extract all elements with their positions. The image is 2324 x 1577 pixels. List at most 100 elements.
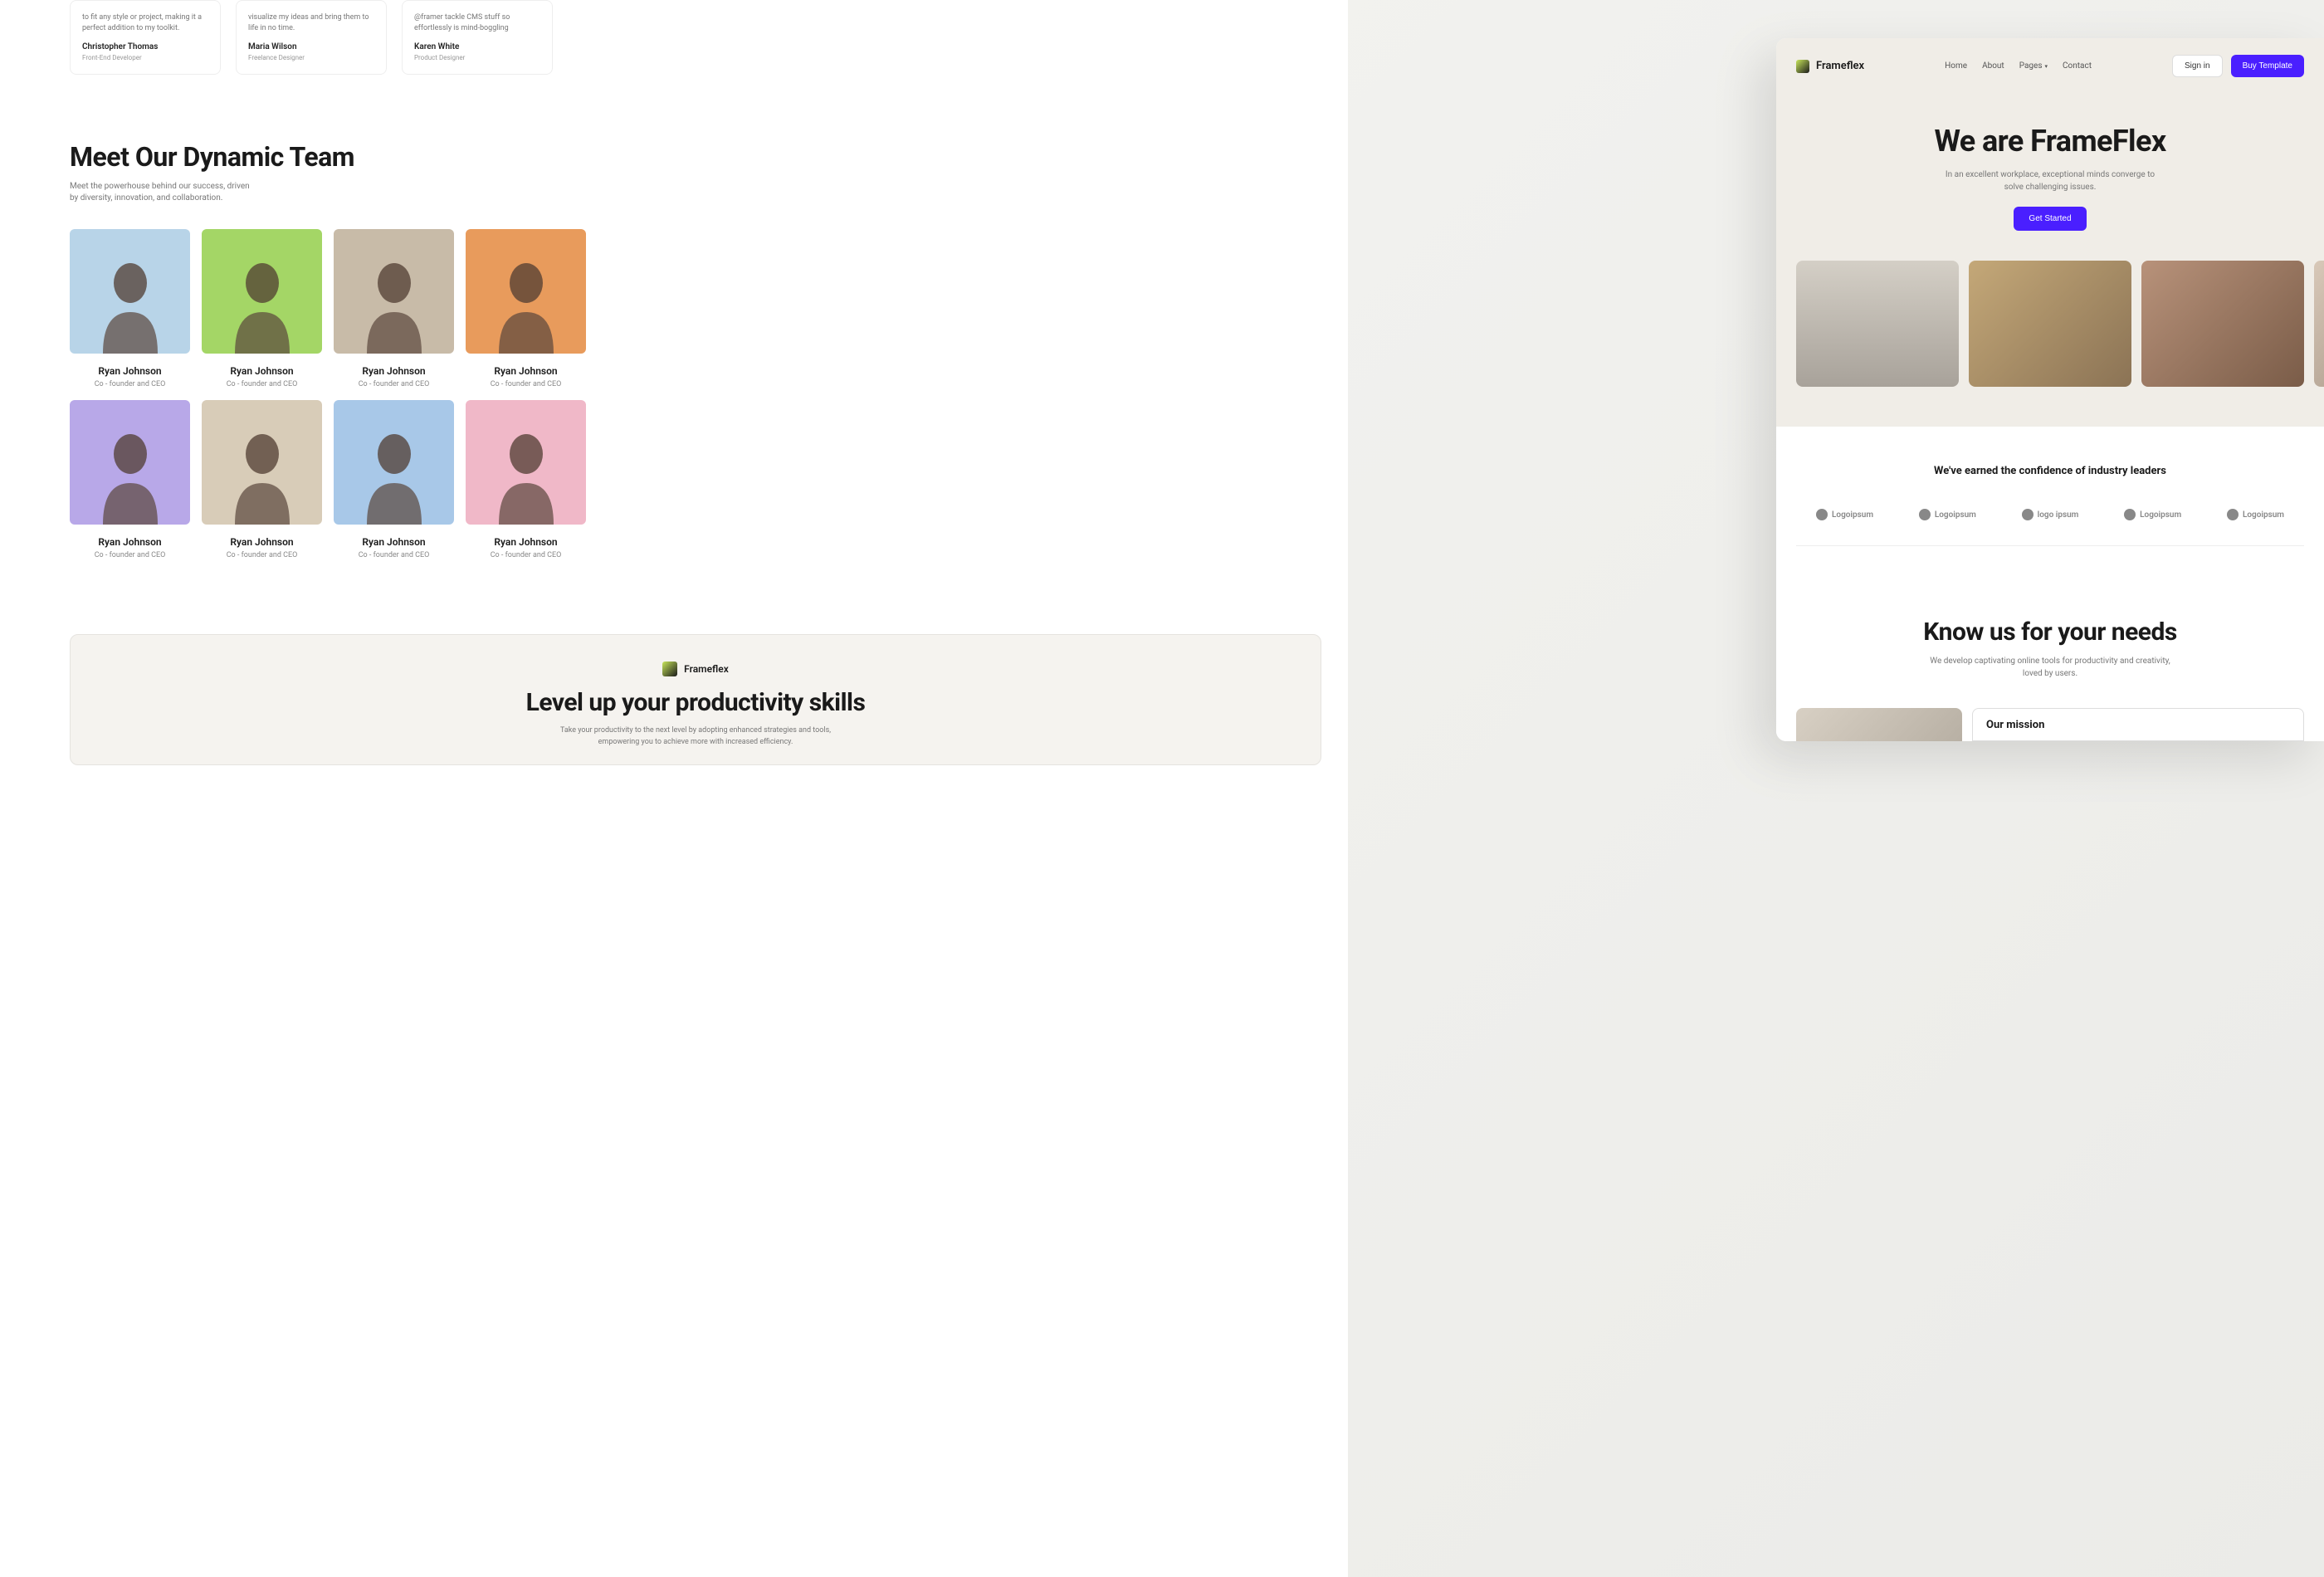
team-card[interactable]: Ryan Johnson Co - founder and CEO bbox=[202, 229, 322, 388]
chevron-down-icon: ▾ bbox=[2045, 63, 2048, 70]
person-icon bbox=[225, 254, 300, 354]
team-member-name: Ryan Johnson bbox=[466, 365, 586, 377]
mission-row: Our mission bbox=[1796, 708, 2304, 741]
hero-image bbox=[1969, 261, 2131, 387]
trust-heading: We've earned the confidence of industry … bbox=[1796, 465, 2304, 477]
signin-button[interactable]: Sign in bbox=[2172, 55, 2223, 77]
logo-mark-icon bbox=[2227, 509, 2239, 520]
testimonial-name: Maria Wilson bbox=[248, 42, 374, 53]
team-photo bbox=[70, 229, 190, 354]
testimonial-name: Karen White bbox=[414, 42, 540, 53]
team-member-role: Co - founder and CEO bbox=[202, 551, 322, 559]
team-member-role: Co - founder and CEO bbox=[466, 380, 586, 388]
logo-mark-icon bbox=[1816, 509, 1828, 520]
team-member-name: Ryan Johnson bbox=[202, 536, 322, 548]
team-member-name: Ryan Johnson bbox=[334, 365, 454, 377]
team-photo bbox=[466, 229, 586, 354]
hero-image-row bbox=[1796, 261, 2304, 387]
know-subtitle: We develop captivating online tools for … bbox=[1926, 655, 2175, 680]
team-photo bbox=[334, 400, 454, 525]
partner-logo: Logoipsum bbox=[2124, 509, 2181, 520]
nav-brand-text: Frameflex bbox=[1816, 60, 1864, 72]
team-photo bbox=[202, 400, 322, 525]
nav-actions: Sign in Buy Template bbox=[2172, 55, 2304, 77]
team-photo bbox=[202, 229, 322, 354]
team-section: Meet Our Dynamic Team Meet the powerhous… bbox=[70, 141, 1321, 559]
team-heading: Meet Our Dynamic Team bbox=[70, 141, 1321, 173]
logo-icon bbox=[1796, 60, 1809, 73]
nav-brand[interactable]: Frameflex bbox=[1796, 60, 1864, 73]
partner-logo: Logoipsum bbox=[2227, 509, 2284, 520]
nav-link-contact[interactable]: Contact bbox=[2063, 61, 2092, 71]
hero-content: We are FrameFlex In an excellent workpla… bbox=[1796, 124, 2304, 231]
foreground-page: Frameflex Home About Pages ▾ Contact Sig… bbox=[1776, 38, 2324, 741]
team-member-name: Ryan Johnson bbox=[202, 365, 322, 377]
hero-image bbox=[1796, 261, 1959, 387]
nav-links: Home About Pages ▾ Contact bbox=[1945, 61, 2092, 71]
person-icon bbox=[489, 425, 564, 525]
team-photo bbox=[334, 229, 454, 354]
footer-subtitle: Take your productivity to the next level… bbox=[546, 725, 845, 748]
mission-image bbox=[1796, 708, 1962, 741]
background-page: to fit any style or project, making it a… bbox=[0, 0, 1348, 1577]
testimonial-name: Christopher Thomas bbox=[82, 42, 208, 53]
nav-link-about[interactable]: About bbox=[1982, 61, 2004, 71]
team-card[interactable]: Ryan Johnson Co - founder and CEO bbox=[466, 400, 586, 559]
team-member-role: Co - founder and CEO bbox=[70, 551, 190, 559]
navbar: Frameflex Home About Pages ▾ Contact Sig… bbox=[1796, 55, 2304, 77]
team-member-role: Co - founder and CEO bbox=[202, 380, 322, 388]
mission-title: Our mission bbox=[1986, 719, 2290, 731]
hero-section: Frameflex Home About Pages ▾ Contact Sig… bbox=[1776, 38, 2324, 427]
logo-icon bbox=[662, 662, 677, 676]
team-card[interactable]: Ryan Johnson Co - founder and CEO bbox=[334, 229, 454, 388]
team-card[interactable]: Ryan Johnson Co - founder and CEO bbox=[334, 400, 454, 559]
team-member-name: Ryan Johnson bbox=[466, 536, 586, 548]
testimonial-card: visualize my ideas and bring them to lif… bbox=[236, 0, 387, 75]
team-grid: Ryan Johnson Co - founder and CEO Ryan J… bbox=[70, 229, 1321, 559]
know-heading: Know us for your needs bbox=[1796, 618, 2304, 647]
partner-logo: logo ipsum bbox=[2022, 509, 2079, 520]
logo-mark-icon bbox=[1919, 509, 1931, 520]
partner-logo: Logoipsum bbox=[1919, 509, 1976, 520]
get-started-button[interactable]: Get Started bbox=[2014, 207, 2086, 231]
hero-image bbox=[2314, 261, 2324, 387]
testimonial-role: Front-End Developer bbox=[82, 53, 208, 62]
buy-template-button[interactable]: Buy Template bbox=[2231, 55, 2304, 77]
logos-row: Logoipsum Logoipsum logo ipsum Logoipsum Log… bbox=[1796, 509, 2304, 546]
footer-heading: Level up your productivity skills bbox=[87, 688, 1304, 717]
footer-cta-section: Frameflex Level up your productivity ski… bbox=[70, 634, 1321, 765]
team-card[interactable]: Ryan Johnson Co - founder and CEO bbox=[202, 400, 322, 559]
testimonial-quote: visualize my ideas and bring them to lif… bbox=[248, 12, 374, 33]
trust-section: We've earned the confidence of industry … bbox=[1776, 427, 2324, 584]
person-icon bbox=[93, 254, 168, 354]
partner-logo: Logoipsum bbox=[1816, 509, 1873, 520]
nav-link-pages[interactable]: Pages ▾ bbox=[2019, 61, 2048, 71]
team-card[interactable]: Ryan Johnson Co - founder and CEO bbox=[70, 229, 190, 388]
team-subtitle: Meet the powerhouse behind our success, … bbox=[70, 181, 252, 204]
team-member-role: Co - founder and CEO bbox=[70, 380, 190, 388]
testimonials-row: to fit any style or project, making it a… bbox=[70, 0, 1321, 75]
hero-image bbox=[2141, 261, 2304, 387]
person-icon bbox=[93, 425, 168, 525]
testimonial-card: @framer tackle CMS stuff so effortlessly… bbox=[402, 0, 553, 75]
team-member-name: Ryan Johnson bbox=[70, 536, 190, 548]
team-card[interactable]: Ryan Johnson Co - founder and CEO bbox=[466, 229, 586, 388]
person-icon bbox=[489, 254, 564, 354]
person-icon bbox=[225, 425, 300, 525]
nav-link-home[interactable]: Home bbox=[1945, 61, 1967, 71]
team-photo bbox=[466, 400, 586, 525]
testimonial-quote: to fit any style or project, making it a… bbox=[82, 12, 208, 33]
mission-card: Our mission bbox=[1972, 708, 2304, 741]
logo-mark-icon bbox=[2124, 509, 2136, 520]
testimonial-role: Product Designer bbox=[414, 53, 540, 62]
testimonial-role: Freelance Designer bbox=[248, 53, 374, 62]
hero-title: We are FrameFlex bbox=[1796, 124, 2304, 159]
person-icon bbox=[357, 254, 432, 354]
logo-mark-icon bbox=[2022, 509, 2034, 520]
team-card[interactable]: Ryan Johnson Co - founder and CEO bbox=[70, 400, 190, 559]
team-member-name: Ryan Johnson bbox=[70, 365, 190, 377]
team-photo bbox=[70, 400, 190, 525]
know-section: Know us for your needs We develop captiv… bbox=[1776, 584, 2324, 741]
team-member-role: Co - founder and CEO bbox=[334, 551, 454, 559]
team-member-name: Ryan Johnson bbox=[334, 536, 454, 548]
